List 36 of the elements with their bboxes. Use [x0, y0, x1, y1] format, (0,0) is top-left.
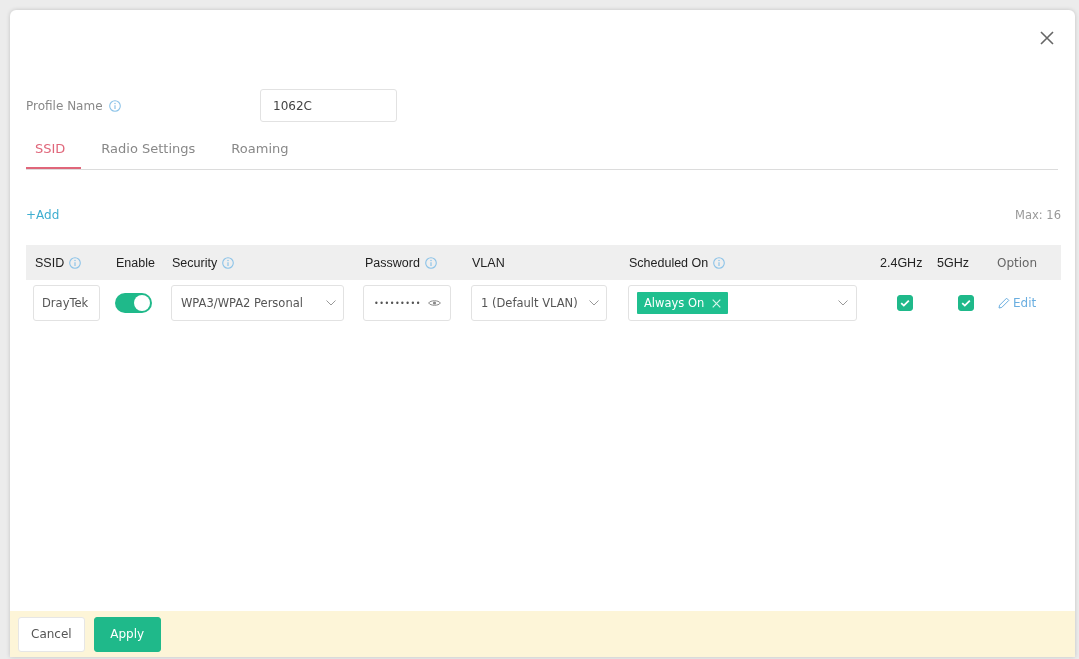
checkbox[interactable]: [897, 295, 913, 311]
column-header: 2.4GHz: [880, 255, 923, 270]
close-icon[interactable]: [712, 298, 722, 308]
vlan-select[interactable]: 1 (Default VLAN): [471, 285, 607, 321]
security-select[interactable]: WPA3/WPA2 Personal: [171, 285, 344, 321]
ssid-field[interactable]: DrayTek: [33, 285, 100, 321]
footer-button[interactable]: Cancel: [18, 616, 85, 652]
column-header: Scheduled On: [629, 255, 709, 270]
column-header: Enable: [116, 255, 155, 270]
profile-name-field[interactable]: 1062C: [260, 89, 397, 122]
caret-icon: [838, 300, 848, 306]
eye-icon[interactable]: [428, 299, 441, 307]
column-header: 5GHz: [937, 255, 969, 270]
max-count: Max: 16: [1015, 208, 1061, 222]
column-header: SSID: [35, 255, 65, 270]
tab[interactable]: SSID: [26, 132, 82, 169]
caret-icon: [326, 300, 336, 306]
close-icon: [1040, 31, 1054, 45]
column-header: Security: [172, 255, 218, 270]
checkbox[interactable]: [958, 295, 974, 311]
profile-name-label: Profile Name: [26, 98, 103, 113]
edit-link[interactable]: Edit: [998, 296, 1037, 310]
footer-button[interactable]: Apply: [93, 616, 161, 652]
column-header: Password: [365, 255, 420, 270]
tab[interactable]: Roaming: [222, 132, 305, 169]
password-field[interactable]: •••••••••: [363, 285, 451, 321]
tag-label: Always On: [644, 296, 705, 310]
tab[interactable]: Radio Settings: [92, 132, 212, 169]
pencil-icon: [998, 297, 1010, 309]
password-dots: •••••••••: [374, 298, 421, 308]
column-header: VLAN: [472, 255, 505, 270]
column-header: Option: [997, 255, 1038, 270]
add-link[interactable]: +Add: [26, 208, 60, 222]
caret-icon: [589, 300, 599, 306]
enable-toggle[interactable]: [115, 293, 152, 313]
schedule-select[interactable]: Always On: [628, 285, 857, 321]
